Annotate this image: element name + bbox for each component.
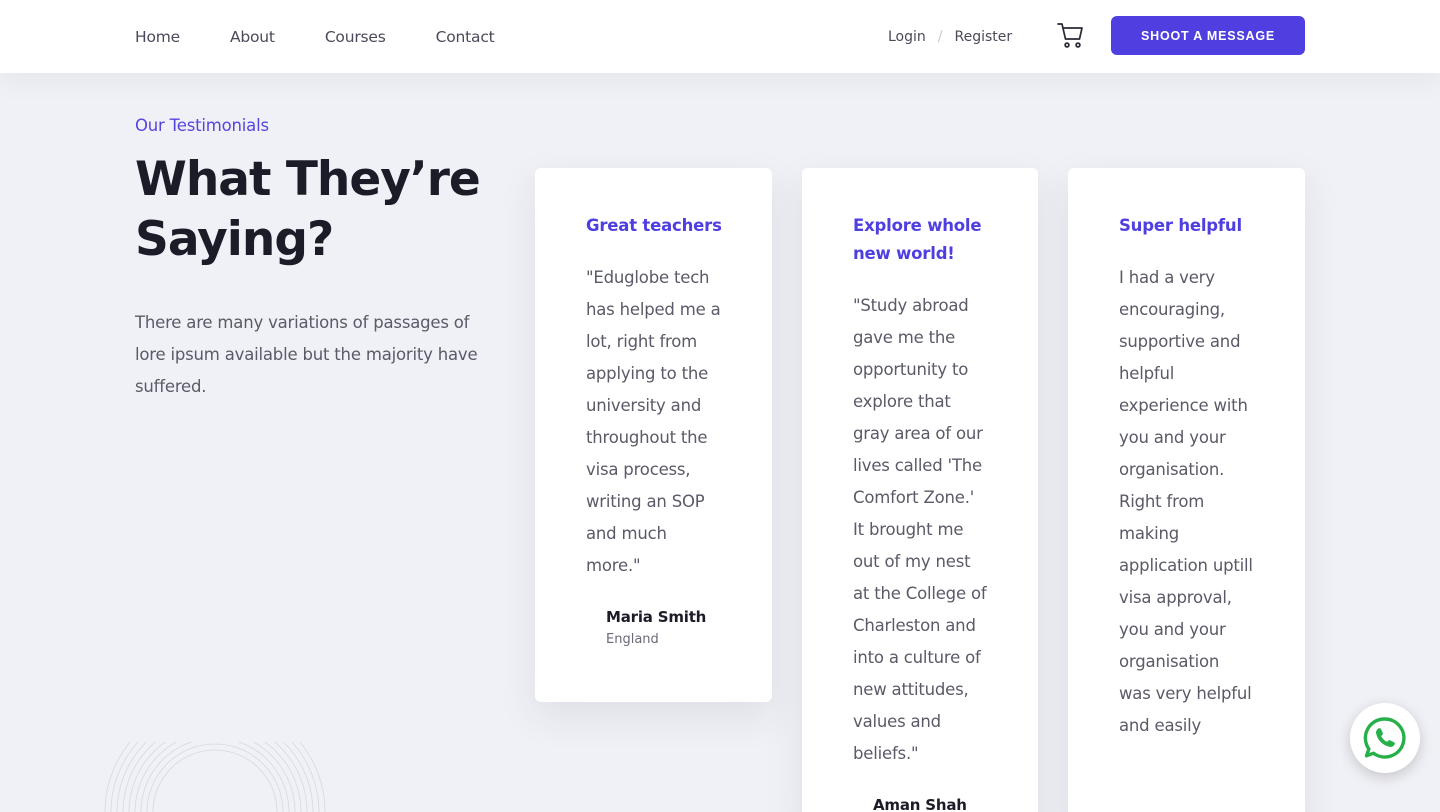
whatsapp-button[interactable] — [1350, 703, 1420, 773]
login-link[interactable]: Login — [888, 29, 926, 45]
nav-contact-link[interactable]: Contact — [436, 28, 495, 46]
testimonial-card: Great teachers "Eduglobe tech has helped… — [535, 168, 772, 702]
nav-courses-link[interactable]: Courses — [325, 28, 386, 46]
testimonial-title: Super helpful — [1119, 216, 1242, 235]
section-headline: What They’re Saying? — [135, 150, 515, 270]
testimonial-title: Explore whole new world! — [853, 216, 982, 263]
testimonial-quote: "Eduglobe tech has helped me a lot, righ… — [586, 268, 721, 575]
headline-line-2: Saying? — [135, 212, 334, 267]
author-name: Aman Shah — [873, 796, 967, 812]
testimonial-quote: I had a very encouraging, supportive and… — [1119, 268, 1253, 735]
headline-line-1: What They’re — [135, 152, 481, 207]
testimonial-quote: "Study abroad gave me the opportunity to… — [853, 296, 987, 763]
decorative-arcs — [104, 742, 326, 812]
whatsapp-icon — [1363, 717, 1406, 759]
author-country: England — [606, 632, 659, 647]
testimonial-card: Explore whole new world! "Study abroad g… — [802, 168, 1038, 812]
testimonial-title: Great teachers — [586, 216, 722, 235]
testimonial-author: Aman Shah — [853, 796, 988, 812]
testimonial-card: Super helpful I had a very encouraging, … — [1068, 168, 1305, 812]
auth-links: Login / Register — [888, 0, 1012, 73]
author-name: Maria Smith — [606, 608, 707, 626]
section-intro: There are many variations of passages of… — [135, 313, 478, 396]
section-eyebrow: Our Testimonials — [135, 116, 269, 135]
nav-home-link[interactable]: Home — [135, 28, 180, 46]
top-navbar: Home About Courses Contact Login / Regis… — [0, 0, 1440, 73]
main-nav: Home About Courses Contact — [135, 0, 545, 73]
auth-separator: / — [937, 28, 943, 45]
cart-icon[interactable] — [1056, 20, 1084, 50]
nav-about-link[interactable]: About — [230, 28, 275, 46]
register-link[interactable]: Register — [955, 29, 1013, 45]
testimonial-author: Maria Smith England — [586, 608, 722, 647]
shoot-message-button[interactable]: SHOOT A MESSAGE — [1111, 16, 1305, 55]
